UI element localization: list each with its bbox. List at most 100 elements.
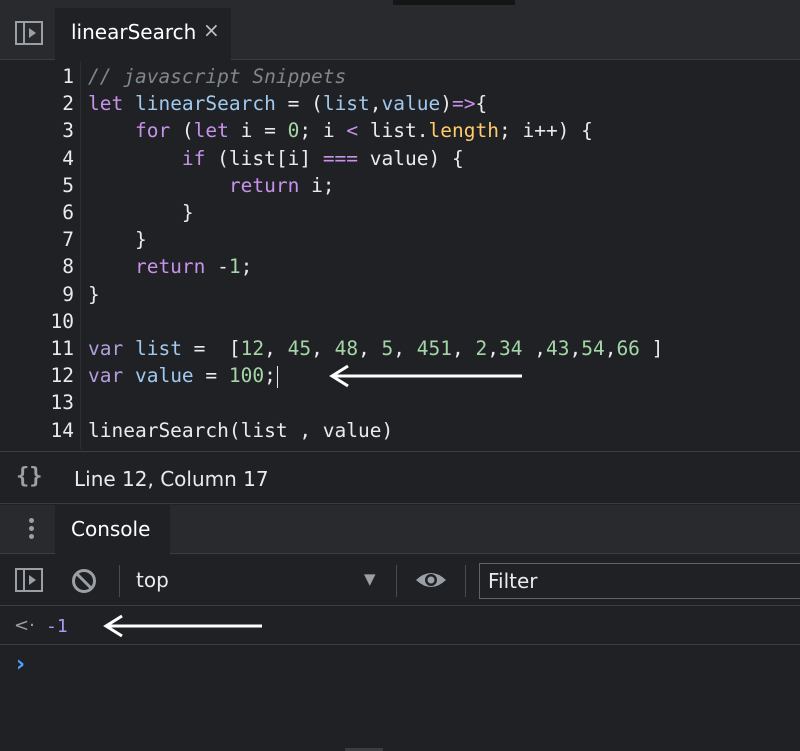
code-token: 1	[228, 255, 241, 279]
code-token: return	[88, 255, 218, 279]
code-token: ,	[369, 92, 382, 116]
code-line[interactable]: 8 return -1;	[0, 253, 800, 280]
line-number: 14	[50, 418, 74, 442]
code-token: for	[88, 119, 182, 143]
window-top-strip	[393, 0, 515, 5]
text-cursor	[276, 365, 278, 388]
code-token: let	[88, 92, 135, 116]
annotation-arrow-console-icon	[103, 614, 262, 638]
prompt-chevron-icon: ›	[16, 652, 26, 677]
editor-status-bar: {} Line 12, Column 17	[0, 451, 800, 504]
code-token: i =	[240, 119, 288, 143]
line-number: 9	[62, 282, 74, 306]
code-text: }	[88, 281, 100, 308]
show-navigator-icon[interactable]	[15, 21, 43, 45]
code-token: )	[440, 92, 452, 116]
code-token: =>	[452, 92, 476, 116]
code-token: value	[134, 364, 194, 388]
cursor-position: Line 12, Column 17	[74, 467, 269, 491]
tab-console[interactable]: Console	[55, 505, 170, 554]
code-line[interactable]: 14 linearSearch(list , value)	[0, 417, 800, 444]
code-token: (	[181, 119, 194, 143]
code-token: var	[88, 337, 135, 360]
code-text: var list = [12, 45, 48, 5, 451, 2,34 ,43…	[88, 335, 663, 362]
code-token: ; i++) {	[498, 119, 593, 143]
code-token: ]	[639, 337, 664, 360]
code-text: let linearSearch = (list,value)=>{	[88, 90, 487, 117]
code-token: = (	[275, 92, 323, 116]
tab-linear-search[interactable]: linearSearch ×	[55, 8, 231, 60]
line-number: 1	[62, 65, 74, 88]
line-number: 7	[62, 228, 74, 252]
code-text: }	[88, 226, 147, 253]
code-token: 48	[334, 337, 359, 360]
code-token: }	[88, 201, 194, 224]
console-prompt[interactable]: ›	[0, 647, 800, 687]
code-token: ,	[393, 337, 417, 360]
line-number: 4	[62, 146, 74, 170]
code-token: ,	[358, 337, 382, 360]
code-token: 5	[381, 337, 394, 360]
code-token: ,	[604, 337, 617, 360]
code-token: }	[88, 282, 100, 306]
result-value: -1	[46, 616, 68, 637]
annotation-arrow-editor-icon	[329, 364, 522, 388]
drawer-header: Console	[0, 505, 800, 554]
context-selector[interactable]: top ▼	[122, 555, 392, 606]
code-text: // javascript Snippets	[88, 63, 346, 90]
code-line[interactable]: 7 }	[0, 226, 800, 253]
code-line[interactable]: 2 let linearSearch = (list,value)=>{	[0, 90, 800, 117]
close-icon[interactable]: ×	[203, 18, 220, 42]
toolbar-separator	[119, 565, 120, 597]
code-token: list.	[358, 119, 429, 143]
code-text: return -1;	[88, 253, 252, 280]
code-token: }	[88, 228, 147, 252]
code-line[interactable]: 4 if (list[i] === value) {	[0, 145, 800, 172]
code-line[interactable]: 13	[0, 389, 800, 416]
code-text: for (let i = 0; i < list.length; i++) {	[88, 117, 593, 144]
code-token: {	[475, 92, 488, 116]
code-token: <	[346, 119, 359, 143]
code-line[interactable]: 11 var list = [12, 45, 48, 5, 451, 2,34 ,…	[0, 335, 800, 362]
code-token: let	[193, 119, 241, 143]
line-number: 8	[62, 255, 74, 279]
toolbar-separator	[465, 565, 466, 597]
code-token: 12	[240, 337, 265, 360]
code-text: if (list[i] === value) {	[88, 145, 464, 172]
line-number: 6	[62, 201, 74, 224]
code-token: 43	[545, 337, 570, 360]
code-editor[interactable]: 1 // javascript Snippets 2 let linearSearch…	[0, 61, 800, 449]
code-line[interactable]: 6 }	[0, 199, 800, 226]
code-token: length	[428, 119, 499, 143]
show-console-sidebar-icon[interactable]	[15, 568, 43, 592]
code-text: linearSearch(list , value)	[88, 417, 393, 444]
code-token: ; i	[299, 119, 347, 143]
code-token: linearSearch	[134, 92, 276, 116]
code-line[interactable]: 3 for (let i = 0; i < list.length; i++) …	[0, 117, 800, 144]
code-line[interactable]: 10	[0, 308, 800, 335]
line-number: 10	[50, 309, 74, 333]
code-token: 34	[499, 337, 523, 360]
code-token: list	[322, 92, 370, 116]
line-number: 2	[62, 92, 74, 116]
code-token: ;	[240, 255, 253, 279]
code-token: i;	[311, 173, 335, 197]
clear-console-icon[interactable]	[71, 568, 97, 594]
line-number: 5	[62, 173, 74, 197]
code-line[interactable]: 1 // javascript Snippets	[0, 63, 800, 90]
code-token: 54	[581, 337, 605, 360]
code-token: ,	[311, 337, 335, 360]
code-line[interactable]: 5 return i;	[0, 172, 800, 199]
editor-tab-bar: linearSearch ×	[0, 0, 800, 60]
console-toolbar: top ▼	[0, 555, 800, 606]
more-options-icon[interactable]	[26, 515, 36, 545]
pretty-print-icon[interactable]: {}	[16, 464, 43, 489]
code-token: ,	[522, 337, 546, 360]
filter-input[interactable]	[479, 563, 800, 599]
line-number: 13	[50, 391, 74, 415]
code-text: }	[88, 199, 194, 226]
code-line[interactable]: 9}	[0, 281, 800, 308]
code-token: ;	[264, 364, 276, 388]
code-token: -	[217, 255, 229, 279]
eye-icon[interactable]	[414, 568, 448, 592]
